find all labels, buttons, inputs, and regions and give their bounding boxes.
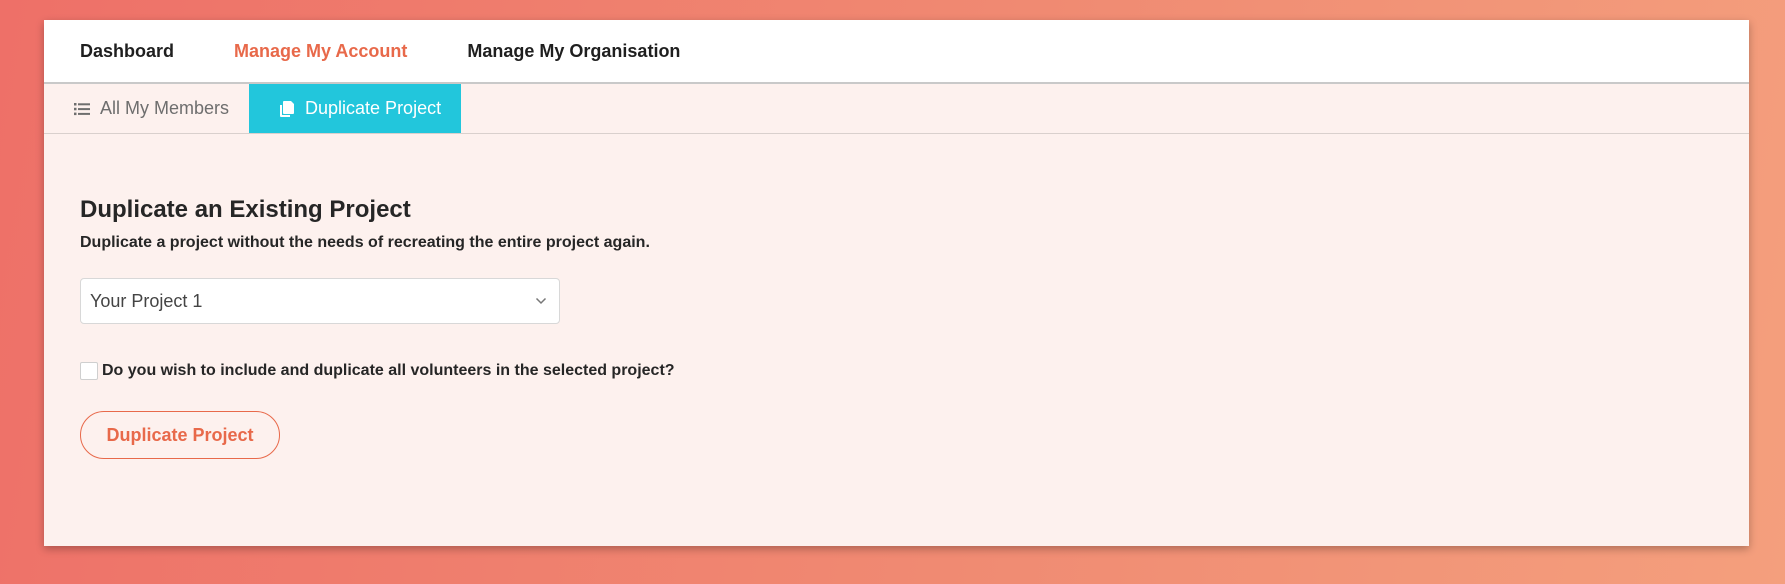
include-volunteers-checkbox[interactable]: [80, 362, 98, 380]
tab-duplicate-project-label: Duplicate Project: [305, 98, 442, 118]
tab-duplicate-project[interactable]: Duplicate Project: [249, 84, 462, 133]
project-select[interactable]: Your Project 1: [80, 278, 560, 324]
project-select-value: Your Project 1: [90, 290, 203, 311]
duplicate-project-button[interactable]: Duplicate Project: [80, 411, 280, 459]
include-volunteers-label: Do you wish to include and duplicate all…: [102, 362, 675, 379]
duplicate-project-form: Duplicate an Existing Project Duplicate …: [44, 134, 1749, 459]
include-volunteers-row: Do you wish to include and duplicate all…: [80, 362, 1713, 380]
nav-dashboard[interactable]: Dashboard: [80, 41, 174, 62]
nav-manage-my-organisation[interactable]: Manage My Organisation: [467, 41, 680, 62]
nav-manage-my-account[interactable]: Manage My Account: [234, 41, 407, 62]
page-subtitle: Duplicate a project without the needs of…: [80, 234, 650, 251]
top-navigation: Dashboard Manage My Account Manage My Or…: [44, 20, 1749, 84]
list-icon: [74, 102, 90, 116]
copy-icon: [279, 100, 295, 118]
page-title: Duplicate an Existing Project: [80, 196, 411, 223]
tab-all-my-members[interactable]: All My Members: [44, 84, 249, 133]
main-card: Dashboard Manage My Account Manage My Or…: [44, 20, 1749, 546]
tab-all-my-members-label: All My Members: [100, 98, 230, 118]
chevron-down-icon: [535, 292, 547, 310]
sub-navigation: All My Members Duplicate Project: [44, 84, 1749, 134]
